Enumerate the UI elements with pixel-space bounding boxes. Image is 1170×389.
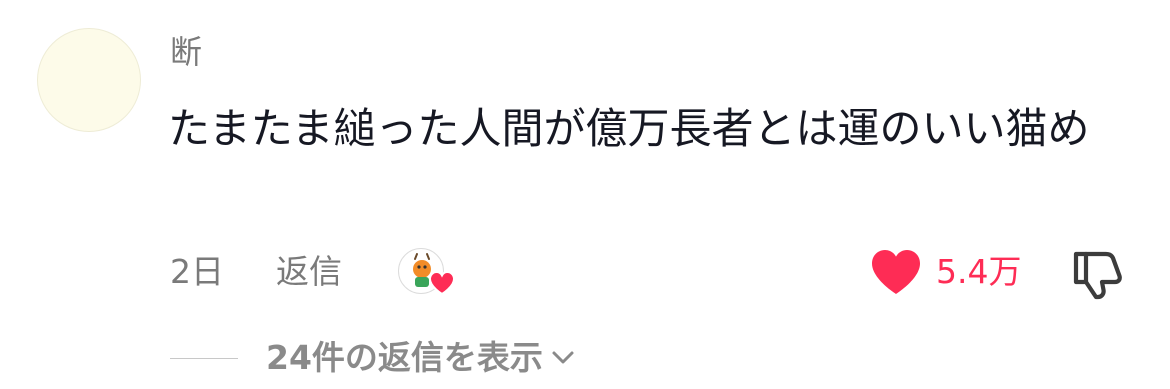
thumbs-down-icon[interactable] [1070,248,1126,300]
creator-liked-heart-icon [428,270,456,296]
comment-username[interactable]: 断 [170,32,202,72]
comment-text: たまたま縋った人間が億万長者とは運のいい猫め [168,104,1090,153]
creator-liked-badge [398,248,456,296]
view-replies-row: 24件の返信を表示 [170,336,575,380]
view-replies-label[interactable]: 24件の返信を表示 [266,338,543,378]
heart-icon[interactable] [870,248,922,296]
view-replies-button[interactable]: 24件の返信を表示 [266,338,575,378]
avatar[interactable] [37,28,141,132]
comment-timestamp: 2日 [170,252,224,291]
comment-meta-row: 2日 返信 [170,248,342,296]
reply-button[interactable]: 返信 [276,252,342,292]
like-count: 5.4万 [936,252,1022,291]
like-button[interactable]: 5.4万 [870,246,1021,298]
divider [170,357,238,359]
chevron-down-icon[interactable] [551,350,575,366]
